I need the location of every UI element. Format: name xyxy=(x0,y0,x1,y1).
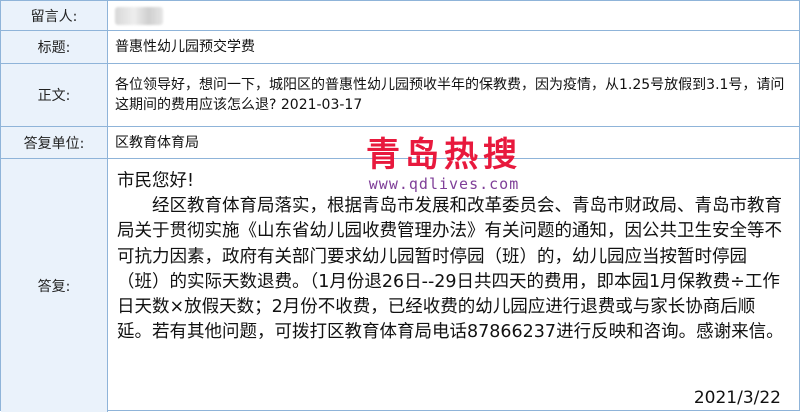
author-value xyxy=(115,1,791,30)
author-row: 留言人: xyxy=(1,1,799,31)
body-value-cell: 各位领导好，想问一下，城阳区的普惠性幼儿园预收半年的保教费，因为疫情，从1.25… xyxy=(115,64,791,126)
department-row: 答复单位: 区教育体育局 xyxy=(1,127,799,159)
reply-date: 2021/3/22 xyxy=(693,388,781,408)
body-label: 正文: xyxy=(1,64,108,126)
title-row: 标题: 普惠性幼儿园预交学费 xyxy=(1,31,799,64)
author-label: 留言人: xyxy=(1,1,108,30)
department-label: 答复单位: xyxy=(1,127,108,158)
title-label: 标题: xyxy=(1,31,108,63)
reply-content: 经区教育体育局落实，根据青岛市发展和改革委员会、青岛市财政局、青岛市教育局关于贯… xyxy=(117,196,784,343)
reply-text: 市民您好! 经区教育体育局落实，根据青岛市发展和改革委员会、青岛市财政局、青岛市… xyxy=(117,169,785,345)
blurred-author-name xyxy=(115,6,163,25)
reply-greeting: 市民您好! xyxy=(117,171,195,191)
title-value: 普惠性幼儿园预交学费 xyxy=(115,39,255,55)
message-table: 留言人: 标题: 普惠性幼儿园预交学费 正文: 各位领导好，想问一下，城阳区的普… xyxy=(0,0,800,412)
department-value: 区教育体育局 xyxy=(115,134,199,151)
reply-row: 答复: 市民您好! 经区教育体育局落实，根据青岛市发展和改革委员会、青岛市财政局… xyxy=(1,159,799,412)
body-value: 各位领导好，想问一下，城阳区的普惠性幼儿园预收半年的保教费，因为疫情，从1.25… xyxy=(115,77,785,113)
reply-label: 答复: xyxy=(1,159,108,412)
body-row: 正文: 各位领导好，想问一下，城阳区的普惠性幼儿园预收半年的保教费，因为疫情，从… xyxy=(1,64,799,127)
